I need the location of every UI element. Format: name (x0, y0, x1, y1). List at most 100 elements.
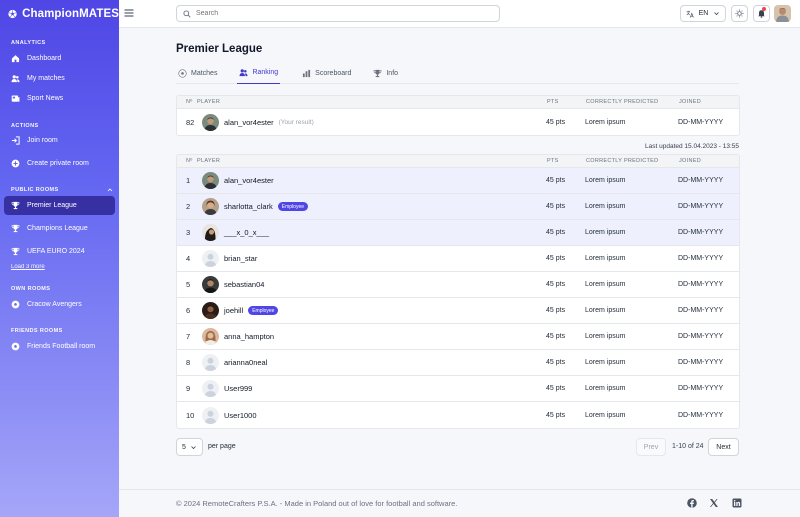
player-avatar (202, 302, 219, 319)
rank-number: 10 (186, 410, 195, 420)
table-row[interactable]: 5 sebastian04 45 pts Lorem ipsum DD-MM-Y… (177, 272, 739, 298)
sun-icon (735, 9, 744, 18)
table-row[interactable]: 6 joehill Employee 45 pts Lorem ipsum DD… (177, 298, 739, 324)
brand[interactable]: ChampionMATES (0, 0, 119, 28)
player-cell: alan_vor4ester (202, 172, 546, 189)
home-icon (11, 55, 20, 63)
joined-date: DD-MM-YYYY (678, 385, 724, 392)
bar-chart-icon (303, 69, 311, 77)
sidebar-item-dashboard[interactable]: Dashboard (4, 49, 115, 68)
sidebar-item-cracow-avengers[interactable]: Cracow Avengers (4, 295, 115, 314)
search-box[interactable] (176, 5, 500, 22)
correctly-predicted: Lorem ipsum (585, 333, 626, 340)
player-cell: sebastian04 (202, 276, 546, 293)
points: 45 pts (546, 118, 566, 126)
sidebar-item-champions-league[interactable]: Champions League (4, 219, 115, 238)
table-row[interactable]: 3 ___x_0_x___ 45 pts Lorem ipsum DD-MM-Y… (177, 220, 739, 246)
notification-dot (762, 7, 766, 11)
sidebar-item-premier-league[interactable]: Premier League (4, 196, 115, 215)
tab-ranking[interactable]: Ranking (237, 62, 281, 84)
player-name: sharlotta_clark (224, 202, 273, 211)
x-twitter-icon[interactable] (709, 498, 719, 508)
table-row[interactable]: 10 User1000 45 pts Lorem ipsum DD-MM-YYY… (177, 402, 739, 428)
joined-date: DD-MM-YYYY (678, 307, 724, 314)
prev-button[interactable]: Prev (636, 438, 666, 456)
rank-number: 4 (186, 254, 191, 263)
rank-number: 9 (186, 384, 191, 393)
col-joined: JOINED (679, 99, 701, 105)
sidebar-item-my-matches[interactable]: My matches (4, 69, 115, 88)
table-row[interactable]: 7 anna_hampton 45 pts Lorem ipsum DD-MM-… (177, 324, 739, 350)
sidebar-item-create-private-room[interactable]: Create private room (4, 154, 115, 173)
points: 45 pts (546, 385, 566, 392)
language-value: EN (698, 10, 709, 17)
player-name: sebastian04 (224, 280, 265, 289)
rank-number: 6 (186, 306, 191, 315)
search-input[interactable] (196, 10, 476, 17)
col-joined: JOINED (679, 158, 701, 164)
section-title-public-rooms[interactable]: PUBLIC ROOMS (0, 187, 119, 193)
player-cell: joehill Employee (202, 302, 546, 319)
pagination: 5 per page Prev 1-10 of 24 Next (176, 438, 740, 456)
per-page-select[interactable]: 5 (176, 438, 203, 456)
user-avatar[interactable] (774, 5, 791, 22)
sidebar-item-sport-news[interactable]: Sport News (4, 89, 115, 108)
chevron-down-icon (191, 445, 196, 449)
tab-matches[interactable]: Matches (176, 62, 217, 84)
joined-date: DD-MM-YYYY (678, 177, 724, 184)
next-button[interactable]: Next (708, 438, 739, 456)
table-row[interactable]: 1 alan_vor4ester 45 pts Lorem ipsum DD-M… (177, 168, 739, 194)
section-title-label: PUBLIC ROOMS (11, 187, 59, 193)
table-row[interactable]: 9 User999 45 pts Lorem ipsum DD-MM-YYYY (177, 376, 739, 402)
facebook-icon[interactable] (687, 498, 697, 508)
table-row[interactable]: 4 brian_star 45 pts Lorem ipsum DD-MM-YY… (177, 246, 739, 272)
tab-scoreboard[interactable]: Scoreboard (300, 62, 351, 84)
copyright: © 2024 RemoteCrafters P.S.A. - Made in P… (176, 499, 458, 508)
your-result-note: (Your result) (278, 118, 314, 126)
points: 45 pts (546, 333, 566, 340)
tab-info[interactable]: Info (371, 62, 398, 84)
trophy-icon (11, 201, 20, 210)
player-name: joehill (224, 306, 244, 315)
player-cell: User1000 (202, 406, 546, 424)
player-avatar (202, 113, 219, 131)
points: 45 pts (546, 203, 566, 210)
theme-toggle-button[interactable] (731, 5, 748, 22)
player-name: alan_vor4ester (224, 176, 274, 185)
joined-date: DD-MM-YYYY (678, 359, 724, 366)
joined-date: DD-MM-YYYY (678, 333, 724, 340)
col-no: Nº (186, 158, 193, 164)
player-cell: alan_vor4ester (Your result) (202, 113, 546, 131)
notifications-button[interactable] (753, 5, 770, 22)
table-row[interactable]: 2 sharlotta_clark Employee 45 pts Lorem … (177, 194, 739, 220)
football-icon (178, 68, 187, 78)
table-row[interactable]: 8 arianna0neal 45 pts Lorem ipsum DD-MM-… (177, 350, 739, 376)
per-page-value: 5 (182, 443, 186, 451)
col-no: Nº (186, 99, 193, 105)
my-result-row[interactable]: 82 alan_vor4ester (Your result) 45 pts L… (177, 109, 739, 135)
section-title-own-rooms: OWN ROOMS (11, 286, 51, 292)
sidebar-item-friends-football-room[interactable]: Friends Football room (4, 337, 115, 356)
player-cell: sharlotta_clark Employee (202, 198, 546, 215)
player-name: arianna0neal (224, 358, 268, 367)
sidebar-item-uefa-euro-2024[interactable]: UEFA EURO 2024 (4, 242, 115, 261)
language-select[interactable]: EN (680, 5, 726, 22)
login-icon (11, 136, 20, 145)
plus-circle-icon (11, 159, 20, 168)
sidebar-item-label: Create private room (27, 160, 89, 167)
load-more-link[interactable]: Load 3 more (0, 264, 119, 270)
player-cell: brian_star (202, 250, 546, 267)
col-predicted: CORRECTLY PREDICTED (586, 99, 659, 105)
ranking-table: Nº PLAYER PTS CORRECTLY PREDICTED JOINED… (176, 154, 740, 429)
section-title-friends-rooms: FRIENDS ROOMS (11, 328, 63, 334)
tab-label: Matches (191, 69, 218, 77)
joined-date: DD-MM-YYYY (678, 281, 724, 288)
rank-number: 5 (186, 280, 191, 289)
sidebar-item-label: Join room (27, 137, 58, 144)
hamburger-menu-icon[interactable] (123, 7, 135, 19)
chevron-up-icon (107, 188, 113, 192)
sidebar-item-join-room[interactable]: Join room (4, 131, 115, 150)
linkedin-icon[interactable] (732, 498, 742, 508)
correctly-predicted: Lorem ipsum (585, 229, 626, 236)
player-avatar (202, 328, 219, 345)
